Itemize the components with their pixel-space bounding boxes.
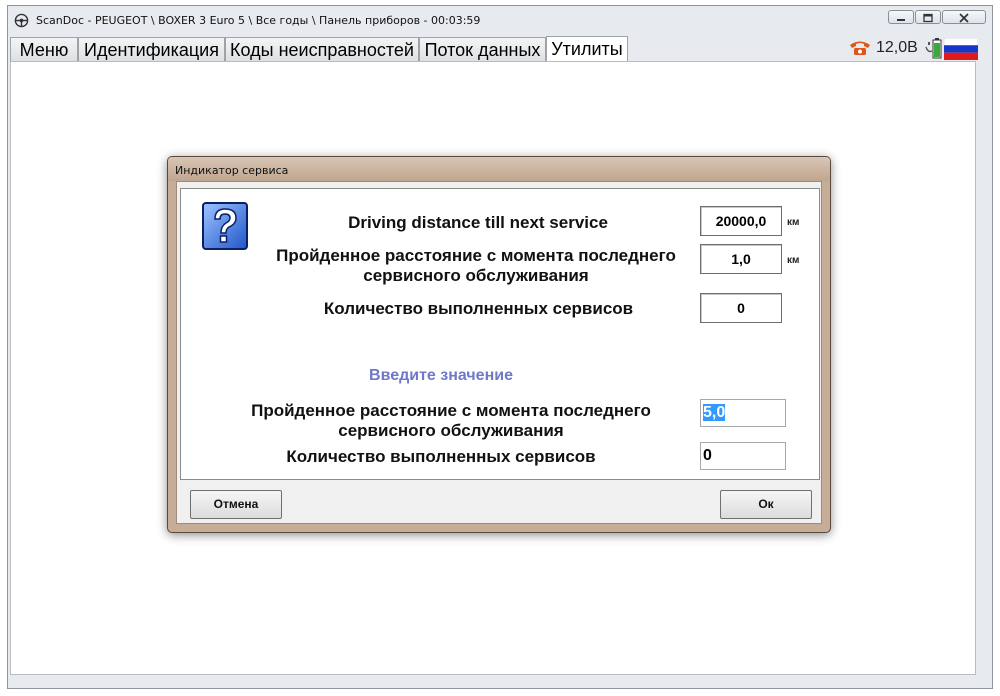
distance-since-service-unit: км (787, 255, 800, 266)
tab-bar: Меню Идентификация Коды неисправностей П… (10, 36, 976, 62)
tab-data-stream[interactable]: Поток данных (419, 37, 546, 62)
close-icon (959, 13, 969, 23)
tab-identification[interactable]: Идентификация (78, 37, 225, 62)
dialog-title-bar: Индикатор сервиса (168, 157, 830, 181)
services-count-input[interactable]: 0 (700, 442, 786, 470)
ok-button[interactable]: Ок (720, 490, 812, 519)
battery-icon (925, 38, 942, 59)
next-service-value: 20000,0 (700, 206, 782, 236)
service-indicator-dialog: Индикатор сервиса Driving distance till … (167, 156, 831, 533)
dialog-title: Индикатор сервиса (175, 164, 289, 177)
service-panel: Driving distance till next service 20000… (180, 188, 820, 480)
services-input-label: Количество выполненных сервисов (286, 447, 596, 466)
title-bar: ScanDoc - PEUGEOT \ BOXER 3 Euro 5 \ Все… (8, 6, 992, 36)
next-service-unit: км (787, 217, 800, 228)
cancel-button[interactable]: Отмена (190, 490, 282, 519)
minimize-button[interactable] (888, 10, 914, 24)
tab-fault-codes[interactable]: Коды неисправностей (225, 37, 419, 62)
distance-since-service-label: Пройденное расстояние с момента последне… (276, 246, 676, 285)
distance-input-value: 5,0 (703, 404, 726, 421)
voltage-readout: 12,0В (876, 39, 918, 56)
tab-menu[interactable]: Меню (10, 37, 78, 62)
minimize-icon (897, 19, 905, 21)
russia-flag-icon (944, 38, 978, 60)
phone-icon (850, 41, 870, 55)
next-service-label: Driving distance till next service (348, 213, 608, 232)
question-mark-icon (202, 202, 248, 250)
distance-since-service-value: 1,0 (700, 244, 782, 274)
close-button[interactable] (942, 10, 986, 24)
dialog-body: Driving distance till next service 20000… (176, 181, 822, 524)
steering-wheel-icon (14, 13, 29, 28)
window-title: ScanDoc - PEUGEOT \ BOXER 3 Euro 5 \ Все… (36, 14, 481, 27)
status-area: 12,0В (848, 36, 980, 60)
services-count-input-value: 0 (703, 447, 712, 464)
maximize-icon (923, 13, 933, 23)
distance-input-label: Пройденное расстояние с момента последне… (251, 401, 651, 440)
maximize-button[interactable] (915, 10, 941, 24)
enter-value-prompt: Введите значение (369, 367, 513, 384)
services-count-value: 0 (700, 293, 782, 323)
distance-input[interactable]: 5,0 (700, 399, 786, 427)
services-count-label: Количество выполненных сервисов (323, 299, 634, 318)
tab-utilities[interactable]: Утилиты (546, 36, 628, 62)
